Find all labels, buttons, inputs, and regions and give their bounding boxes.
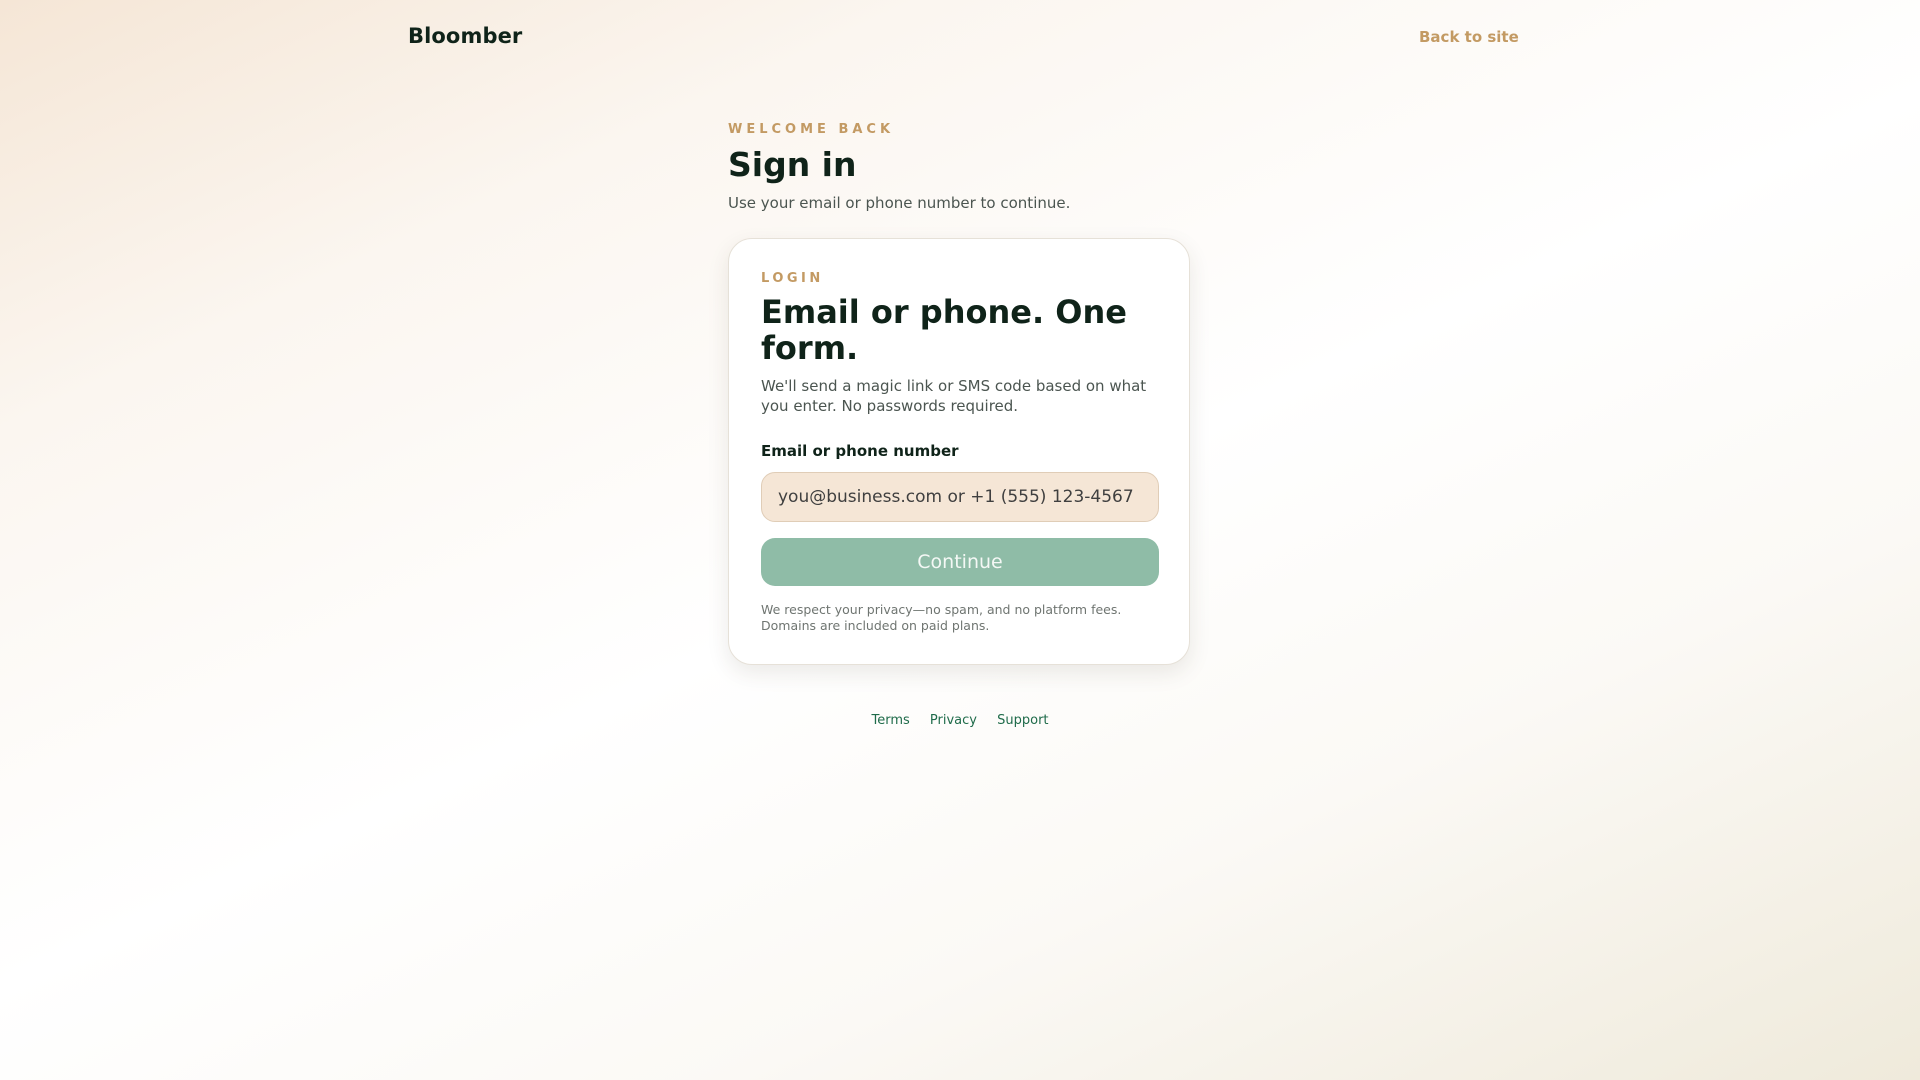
footer-link-terms[interactable]: Terms — [871, 713, 909, 728]
footer-links: Terms Privacy Support — [0, 713, 1920, 728]
brand-logo[interactable]: Bloomber — [408, 24, 522, 48]
card-title: Email or phone. One form. — [761, 293, 1127, 367]
continue-button[interactable]: Continue — [761, 538, 1159, 586]
page-subtitle: Use your email or phone number to contin… — [728, 194, 1071, 212]
footer-link-privacy[interactable]: Privacy — [930, 713, 977, 728]
privacy-note: We respect your privacy—no spam, and no … — [761, 602, 1122, 633]
back-to-site-link[interactable]: Back to site — [1419, 28, 1519, 46]
login-eyebrow: LOGIN — [761, 271, 824, 286]
footer-link-support[interactable]: Support — [997, 713, 1048, 728]
email-or-phone-label: Email or phone number — [761, 442, 959, 460]
login-card: LOGIN Email or phone. One form. We'll se… — [728, 238, 1190, 665]
welcome-eyebrow: WELCOME BACK — [728, 122, 895, 137]
page-title: Sign in — [728, 145, 857, 184]
sign-in-header: WELCOME BACK Sign in Use your email or p… — [728, 122, 1208, 212]
card-description: We'll send a magic link or SMS code base… — [761, 377, 1147, 415]
email-or-phone-input[interactable] — [761, 472, 1159, 522]
